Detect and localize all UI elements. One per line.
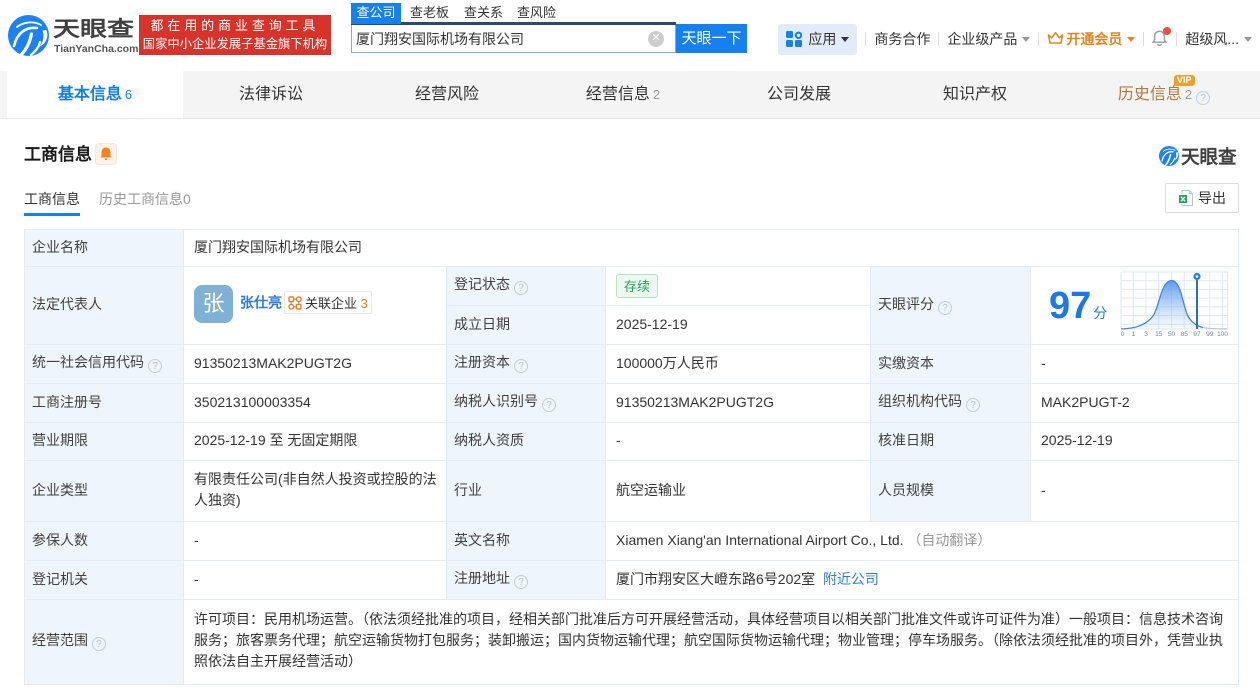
svg-text:97: 97 [1193, 331, 1201, 337]
svg-text:85: 85 [1181, 331, 1189, 337]
svg-text:50: 50 [1168, 331, 1176, 337]
svg-text:0: 0 [1121, 331, 1125, 337]
svg-text:1: 1 [1132, 331, 1136, 337]
svg-text:天眼查: 天眼查 [1181, 147, 1237, 168]
svg-text:15: 15 [1155, 331, 1163, 337]
svg-text:3: 3 [1144, 331, 1148, 337]
svg-text:99: 99 [1206, 331, 1214, 337]
svg-text:100: 100 [1217, 331, 1228, 337]
